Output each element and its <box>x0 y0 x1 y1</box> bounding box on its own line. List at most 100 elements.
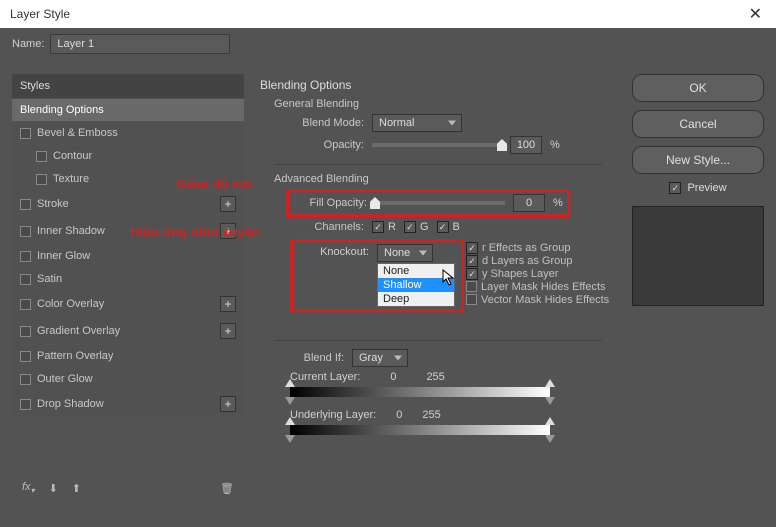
styles-header: Styles <box>12 74 244 98</box>
preview-swatch <box>632 206 764 306</box>
underlying-layer-gradient[interactable] <box>290 425 550 435</box>
checkbox-icon[interactable] <box>20 326 31 337</box>
add-drop-shadow-button[interactable]: + <box>220 396 236 412</box>
advanced-blending-title: Advanced Blending <box>274 173 616 185</box>
opacity-row: Opacity: % <box>290 136 616 154</box>
blending-options-panel: Blending Options General Blending Blend … <box>256 74 620 503</box>
checkbox-icon[interactable] <box>20 374 31 385</box>
blend-interior-checkbox[interactable]: ✓ <box>466 242 478 254</box>
trash-icon[interactable]: 🗑 <box>220 482 234 495</box>
gradient-stop-icon[interactable] <box>545 435 555 443</box>
fx-icon[interactable]: fx▾ <box>22 481 35 495</box>
gradient-stop-icon[interactable] <box>285 435 295 443</box>
new-style-button[interactable]: New Style... <box>632 146 764 174</box>
style-list: Blending Options Bevel & Emboss Contour … <box>12 99 244 417</box>
gradient-stop-icon[interactable] <box>545 397 555 405</box>
style-blending-options[interactable]: Blending Options <box>12 99 244 121</box>
opacity-label: Opacity: <box>290 139 364 151</box>
checkbox-icon[interactable] <box>20 226 31 237</box>
knockout-opt-none[interactable]: None <box>378 264 454 278</box>
style-inner-glow[interactable]: Inner Glow <box>12 245 244 267</box>
gradient-stop-icon[interactable] <box>285 379 295 387</box>
blend-mode-label: Blend Mode: <box>290 117 364 129</box>
annotation-text-1: Giảm độ mờ <box>176 176 252 191</box>
arrow-up-icon[interactable]: ⬆ <box>72 482 81 495</box>
knockout-opt-shallow[interactable]: Shallow <box>378 278 454 292</box>
preview-row: ✓ Preview <box>632 182 764 194</box>
style-footer: fx▾ ⬇ ⬆ 🗑 <box>12 473 244 503</box>
add-stroke-button[interactable]: + <box>220 196 236 212</box>
section-title: Blending Options <box>260 78 616 92</box>
knockout-opt-deep[interactable]: Deep <box>378 292 454 306</box>
underlying-label: Underlying Layer: <box>290 409 376 421</box>
underlying-layer-row: Underlying Layer: 0 255 <box>290 409 616 421</box>
fill-opacity-input[interactable] <box>513 194 545 212</box>
preview-checkbox[interactable]: ✓ <box>669 182 681 194</box>
blend-clipped-checkbox[interactable]: ✓ <box>466 255 478 267</box>
checkbox-icon[interactable] <box>20 274 31 285</box>
channels-label: Channels: <box>290 221 364 233</box>
arrow-down-icon[interactable]: ⬇ <box>49 482 58 495</box>
checkbox-icon[interactable] <box>20 128 31 139</box>
add-color-overlay-button[interactable]: + <box>220 296 236 312</box>
vector-mask-checkbox[interactable] <box>466 294 477 305</box>
slider-thumb-icon[interactable] <box>370 197 380 209</box>
checkbox-icon[interactable] <box>20 399 31 410</box>
knockout-label: Knockout: <box>295 244 369 258</box>
knockout-dropdown[interactable]: None Shallow Deep <box>377 263 455 307</box>
gradient-stop-icon[interactable] <box>285 417 295 425</box>
checkbox-icon[interactable] <box>20 299 31 310</box>
transparency-checkbox[interactable]: ✓ <box>466 268 478 280</box>
current-layer-row: Current Layer: 0 255 <box>290 371 616 383</box>
general-blending-title: General Blending <box>274 98 616 110</box>
style-gradient-overlay[interactable]: Gradient Overlay+ <box>12 318 244 344</box>
dialog-buttons: OK Cancel New Style... ✓ Preview <box>632 74 764 503</box>
checkbox-icon[interactable] <box>20 351 31 362</box>
name-row: Name: <box>0 28 776 64</box>
gradient-stop-icon[interactable] <box>545 379 555 387</box>
style-outer-glow[interactable]: Outer Glow <box>12 368 244 390</box>
fill-opacity-row: Fill Opacity: % <box>293 194 563 212</box>
blend-mode-row: Blend Mode: Normal <box>290 114 616 132</box>
styles-panel: Styles Blending Options Bevel & Emboss C… <box>12 74 244 503</box>
layer-mask-checkbox[interactable] <box>466 281 477 292</box>
annotation-text-2: Hiệu ứng nhìn xuyên <box>130 224 259 239</box>
opacity-input[interactable] <box>510 136 542 154</box>
style-drop-shadow[interactable]: Drop Shadow+ <box>12 391 244 417</box>
layer-name-input[interactable] <box>50 34 230 54</box>
channel-r-checkbox[interactable]: ✓ <box>372 221 384 233</box>
channel-g-checkbox[interactable]: ✓ <box>404 221 416 233</box>
checkbox-icon[interactable] <box>20 199 31 210</box>
blend-mode-select[interactable]: Normal <box>372 114 462 132</box>
blend-if-label: Blend If: <box>290 352 344 364</box>
checkbox-icon[interactable] <box>20 251 31 262</box>
cancel-button[interactable]: Cancel <box>632 110 764 138</box>
checkbox-icon[interactable] <box>36 151 47 162</box>
titlebar: Layer Style ✕ <box>0 0 776 28</box>
annotation-box-knockout: Knockout: None None Shallow Deep <box>290 239 464 312</box>
channel-b-checkbox[interactable]: ✓ <box>437 221 449 233</box>
style-satin[interactable]: Satin <box>12 268 244 290</box>
style-pattern-overlay[interactable]: Pattern Overlay <box>12 345 244 367</box>
style-contour[interactable]: Contour <box>12 145 244 167</box>
opacity-slider[interactable] <box>372 143 502 147</box>
blend-if-select[interactable]: Gray <box>352 349 408 367</box>
current-layer-gradient[interactable] <box>290 387 550 397</box>
knockout-select[interactable]: None <box>377 244 433 262</box>
style-stroke[interactable]: Stroke+ <box>12 191 244 217</box>
checkbox-icon[interactable] <box>36 174 47 185</box>
style-bevel-emboss[interactable]: Bevel & Emboss <box>12 122 244 144</box>
fill-opacity-label: Fill Opacity: <box>293 197 367 209</box>
gradient-stop-icon[interactable] <box>285 397 295 405</box>
current-layer-label: Current Layer: <box>290 371 360 383</box>
gradient-stop-icon[interactable] <box>545 417 555 425</box>
close-icon[interactable]: ✕ <box>743 2 768 26</box>
add-gradient-overlay-button[interactable]: + <box>220 323 236 339</box>
slider-thumb-icon[interactable] <box>497 139 507 151</box>
ok-button[interactable]: OK <box>632 74 764 102</box>
name-label: Name: <box>12 38 44 50</box>
fill-opacity-slider[interactable] <box>375 201 505 205</box>
window-title: Layer Style <box>10 7 70 21</box>
channels-row: Channels: ✓R ✓G ✓B <box>290 221 616 233</box>
style-color-overlay[interactable]: Color Overlay+ <box>12 291 244 317</box>
